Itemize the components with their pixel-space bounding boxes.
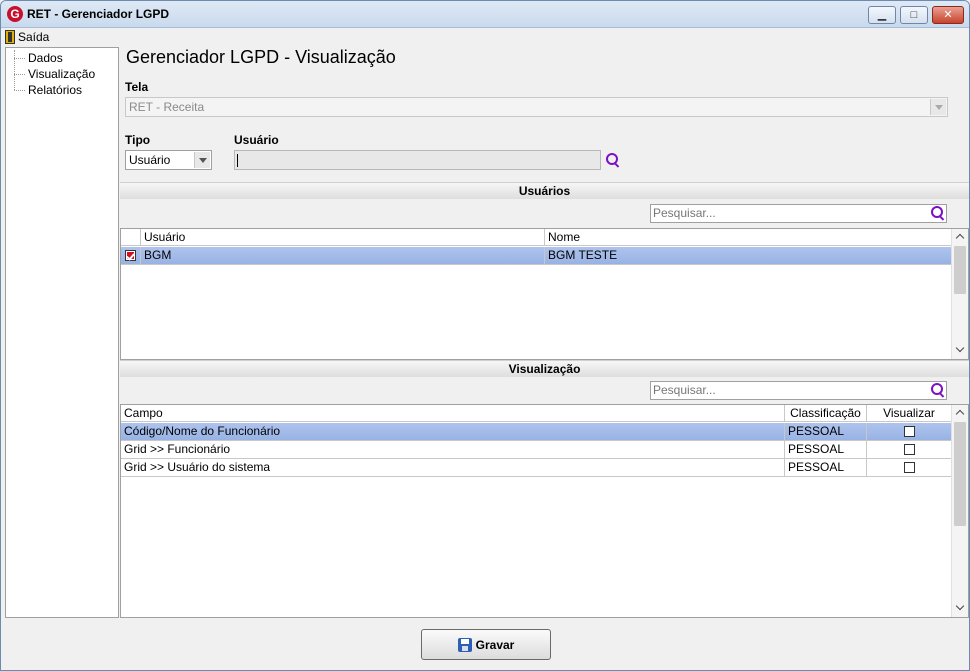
usuarios-grid-header: Usuário Nome [121, 229, 952, 246]
visualizar-checkbox[interactable] [903, 426, 915, 437]
scroll-down-icon[interactable] [952, 600, 968, 616]
scroll-down-icon[interactable] [952, 342, 968, 358]
row-checkbox-cell [121, 247, 141, 264]
cell-campo: Grid >> Funcionário [121, 441, 785, 458]
header-checkbox-column [121, 229, 141, 246]
title-bar[interactable]: G RET - Gerenciador LGPD ▁ □ ✕ [1, 1, 969, 28]
table-row[interactable]: BGM BGM TESTE [121, 247, 952, 265]
close-icon: ✕ [943, 9, 953, 21]
table-row[interactable]: Grid >> Funcionário PESSOAL [121, 441, 952, 459]
visualizar-checkbox[interactable] [903, 444, 915, 455]
header-usuario[interactable]: Usuário [141, 229, 545, 246]
tree-item-relatorios[interactable]: Relatórios [14, 82, 82, 98]
cell-classificacao: PESSOAL [785, 459, 867, 476]
exit-menu-item[interactable]: Saída [5, 29, 49, 45]
exit-label: Saída [18, 30, 50, 44]
cell-visualizar [867, 441, 952, 458]
tipo-label: Tipo [125, 133, 151, 147]
row-checkbox[interactable] [125, 250, 136, 261]
visualizar-checkbox[interactable] [903, 462, 915, 473]
visualizacao-search-icon[interactable] [930, 382, 946, 398]
maximize-button[interactable]: □ [900, 6, 928, 24]
cell-visualizar [867, 459, 952, 476]
cell-nome: BGM TESTE [545, 247, 952, 264]
usuarios-search-icon[interactable] [930, 205, 946, 221]
cell-campo: Grid >> Usuário do sistema [121, 459, 785, 476]
page-title: Gerenciador LGPD - Visualização [126, 47, 396, 67]
tipo-select[interactable]: Usuário [125, 150, 212, 170]
usuario-search-icon[interactable] [605, 152, 621, 168]
navigation-tree: Dados Visualização Relatórios [5, 47, 119, 618]
visualizacao-scrollbar[interactable] [951, 405, 968, 617]
menu-bar: Saída [1, 28, 969, 46]
table-row[interactable]: Grid >> Usuário do sistema PESSOAL [121, 459, 952, 477]
usuarios-section-header: Usuários [120, 182, 969, 199]
cell-classificacao: PESSOAL [785, 423, 867, 440]
header-campo[interactable]: Campo [121, 405, 785, 422]
text-caret [237, 154, 238, 167]
tela-select[interactable]: RET - Receita [125, 97, 948, 117]
minimize-icon: ▁ [877, 9, 887, 21]
header-visualizar[interactable]: Visualizar [867, 405, 952, 422]
usuario-label: Usuário [234, 133, 279, 147]
table-row[interactable]: Código/Nome do Funcionário PESSOAL [121, 423, 952, 441]
chevron-down-icon [930, 99, 946, 115]
scroll-up-icon[interactable] [952, 405, 968, 421]
visualizacao-search-input[interactable]: Pesquisar... [650, 381, 947, 400]
cell-visualizar [867, 423, 952, 440]
app-window: G RET - Gerenciador LGPD ▁ □ ✕ Saída Dad… [0, 0, 970, 671]
header-nome[interactable]: Nome [545, 229, 952, 246]
scroll-up-icon[interactable] [952, 229, 968, 245]
save-disk-icon [457, 637, 472, 652]
usuarios-search-input[interactable]: Pesquisar... [650, 204, 947, 223]
usuario-input[interactable] [234, 150, 601, 170]
cell-campo: Código/Nome do Funcionário [121, 423, 785, 440]
tipo-select-value: Usuário [129, 153, 171, 167]
save-button-label: Gravar [475, 637, 515, 652]
exit-door-icon [5, 30, 15, 44]
scroll-thumb[interactable] [954, 422, 966, 526]
minimize-button[interactable]: ▁ [868, 6, 896, 24]
close-button[interactable]: ✕ [932, 6, 964, 24]
cell-usuario: BGM [141, 247, 545, 264]
app-logo-icon: G [7, 6, 23, 22]
tree-item-visualizacao[interactable]: Visualização [14, 66, 95, 82]
usuarios-scrollbar[interactable] [951, 229, 968, 359]
header-classificacao[interactable]: Classificação [785, 405, 867, 422]
maximize-icon: □ [910, 9, 918, 21]
tree-item-dados[interactable]: Dados [14, 50, 63, 66]
visualizacao-section-header: Visualização [120, 360, 969, 377]
visualizacao-grid: Campo Classificação Visualizar Código/No… [120, 404, 969, 618]
save-button[interactable]: Gravar [421, 629, 551, 660]
usuarios-grid: Usuário Nome BGM BGM TESTE [120, 228, 969, 360]
tela-select-value: RET - Receita [129, 100, 205, 114]
chevron-down-icon [194, 152, 210, 168]
cell-classificacao: PESSOAL [785, 441, 867, 458]
tela-label: Tela [125, 80, 149, 94]
scroll-thumb[interactable] [954, 246, 966, 294]
window-title: RET - Gerenciador LGPD [27, 7, 170, 21]
main-panel: Gerenciador LGPD - Visualização Tela RET… [120, 47, 969, 618]
visualizacao-grid-header: Campo Classificação Visualizar [121, 405, 952, 422]
